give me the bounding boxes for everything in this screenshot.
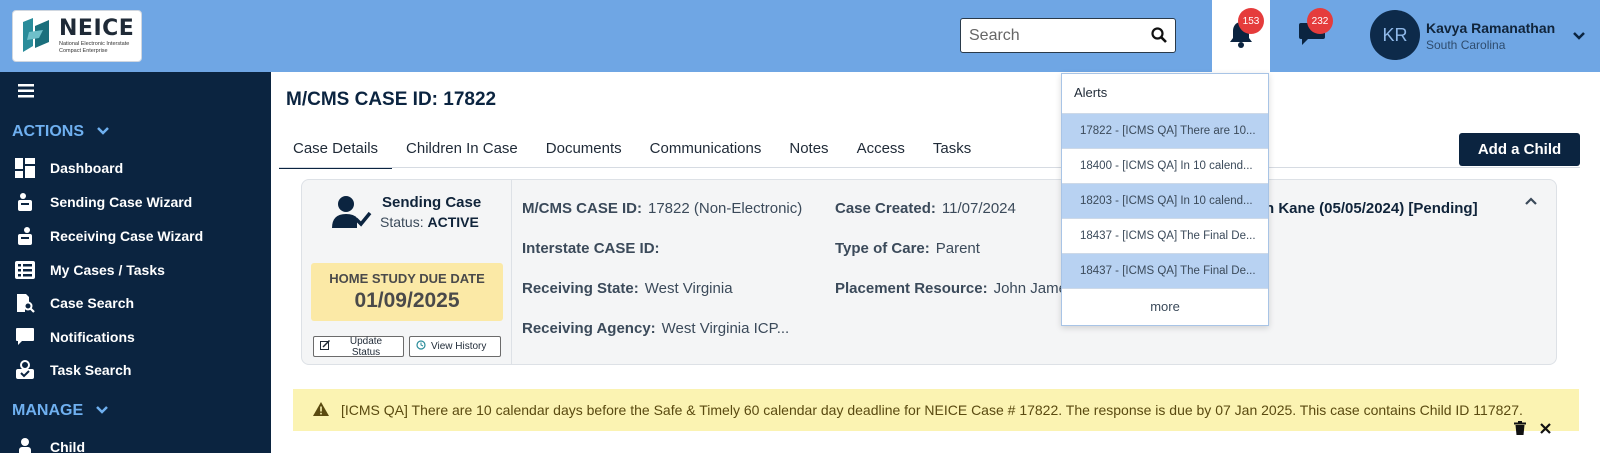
sidebar-item-my-cases-tasks[interactable]: My Cases / Tasks xyxy=(14,259,165,281)
field-type-of-care: Type of Care: Parent xyxy=(835,240,980,257)
chevron-up-icon[interactable] xyxy=(1524,193,1538,211)
tab-access[interactable]: Access xyxy=(843,134,919,169)
manage-section-title: MANAGE xyxy=(12,402,84,419)
sidebar-item-task-search[interactable]: Task Search xyxy=(14,359,131,381)
trash-icon[interactable] xyxy=(1514,421,1526,440)
due-date-value: 01/09/2025 xyxy=(354,289,460,312)
sidebar-item-label: Child xyxy=(50,439,85,453)
view-history-label: View History xyxy=(431,341,487,352)
manage-section-toggle[interactable]: MANAGE xyxy=(12,402,109,420)
search-icon[interactable] xyxy=(1151,27,1167,48)
alert-item[interactable]: 17822 - [ICMS QA] There are 10... xyxy=(1062,113,1268,148)
page-title: M/CMS CASE ID: 17822 xyxy=(286,89,497,110)
logo-mark-icon xyxy=(19,16,55,56)
alerts-button[interactable]: 153 xyxy=(1212,0,1270,72)
actions-section-toggle[interactable]: ACTIONS xyxy=(12,123,110,141)
task-search-icon xyxy=(14,359,36,381)
tab-divider xyxy=(279,167,1580,168)
case-status-label: Status: xyxy=(380,214,424,230)
tab-documents[interactable]: Documents xyxy=(532,134,636,169)
alert-item[interactable]: 18437 - [ICMS QA] The Final De... xyxy=(1062,253,1268,288)
sidebar-item-label: Case Search xyxy=(50,295,135,311)
sending-wizard-icon xyxy=(14,191,36,213)
field-interstate-case-id: Interstate CASE ID: xyxy=(522,240,660,257)
home-study-due-box: HOME STUDY DUE DATE 01/09/2025 xyxy=(311,263,503,321)
edit-icon xyxy=(320,339,331,353)
alerts-dropdown-title: Alerts xyxy=(1074,85,1108,100)
chat-icon xyxy=(14,326,36,348)
sidebar-item-dashboard[interactable]: Dashboard xyxy=(14,157,123,179)
tab-children-in-case[interactable]: Children In Case xyxy=(392,134,532,169)
search-box xyxy=(960,18,1176,53)
sidebar-item-label: Task Search xyxy=(50,362,132,378)
sidebar-item-receiving-case-wizard[interactable]: Receiving Case Wizard xyxy=(14,225,203,247)
alerts-count-badge: 153 xyxy=(1238,8,1264,34)
field-case-created: Case Created: 11/07/2024 xyxy=(835,200,1016,217)
sidebar-item-label: Dashboard xyxy=(50,160,124,176)
alert-banner-text: [ICMS QA] There are 10 calendar days bef… xyxy=(341,402,1523,418)
alert-item[interactable]: 18437 - [ICMS QA] The Final De... xyxy=(1062,218,1268,253)
due-date-label: HOME STUDY DUE DATE xyxy=(329,271,485,286)
warning-icon xyxy=(313,401,329,419)
search-input[interactable] xyxy=(961,26,1141,45)
view-history-button[interactable]: View History xyxy=(409,336,501,357)
field-placement-resource: Placement Resource: John Jame xyxy=(835,280,1067,297)
sidebar-item-label: Notifications xyxy=(50,329,135,345)
chevron-down-icon xyxy=(96,123,110,141)
tab-case-details[interactable]: Case Details xyxy=(279,134,393,169)
alert-item[interactable]: 18203 - [ICMS QA] In 10 calend... xyxy=(1062,183,1268,218)
case-search-icon xyxy=(14,292,36,314)
alert-banner-actions xyxy=(1514,421,1551,440)
chevron-down-icon xyxy=(95,402,109,420)
close-icon[interactable] xyxy=(1540,421,1551,440)
receiving-wizard-icon xyxy=(14,225,36,247)
user-name[interactable]: Kavya Ramanathan xyxy=(1426,20,1555,36)
alert-item[interactable]: 18400 - [ICMS QA] In 10 calend... xyxy=(1062,148,1268,183)
case-status: Status: ACTIVE xyxy=(380,214,479,230)
messages-button[interactable]: 232 xyxy=(1292,0,1333,72)
alerts-more-link[interactable]: more xyxy=(1062,288,1268,324)
child-link[interactable]: n Kane (05/05/2024) [Pending] xyxy=(1265,200,1478,217)
field-receiving-agency: Receiving Agency: West Virginia ICP... xyxy=(522,320,790,337)
logo-title: NEICE xyxy=(59,16,135,42)
child-icon xyxy=(14,436,36,453)
case-status-value: ACTIVE xyxy=(427,214,479,230)
sidebar-item-case-search[interactable]: Case Search xyxy=(14,292,134,314)
field-receiving-state: Receiving State: West Virginia xyxy=(522,280,733,297)
messages-count-badge: 232 xyxy=(1307,8,1333,34)
dashboard-icon xyxy=(14,157,36,179)
tab-communications[interactable]: Communications xyxy=(636,134,776,169)
alerts-dropdown: Alerts 17822 - [ICMS QA] There are 10...… xyxy=(1061,73,1269,326)
alert-banner: [ICMS QA] There are 10 calendar days bef… xyxy=(293,389,1579,431)
sidebar-item-label: Receiving Case Wizard xyxy=(50,228,204,244)
update-status-label: Update Status xyxy=(349,335,383,358)
actions-section-title: ACTIONS xyxy=(12,123,84,140)
tab-notes[interactable]: Notes xyxy=(775,134,842,169)
avatar[interactable]: KR xyxy=(1370,10,1420,60)
user-check-icon xyxy=(332,195,372,234)
case-status-panel: Sending Case Status: ACTIVE HOME STUDY D… xyxy=(302,180,512,364)
sidebar-item-child[interactable]: Child xyxy=(14,436,85,453)
sidebar-item-notifications[interactable]: Notifications xyxy=(14,326,135,348)
case-tabs: Case Details Children In Case Documents … xyxy=(279,134,985,169)
logo-subtitle: National Electronic Interstate Compact E… xyxy=(59,41,130,54)
neice-logo[interactable]: NEICE National Electronic Interstate Com… xyxy=(12,10,142,62)
tab-tasks[interactable]: Tasks xyxy=(919,134,985,169)
add-child-button[interactable]: Add a Child xyxy=(1459,133,1580,166)
sidebar-item-sending-case-wizard[interactable]: Sending Case Wizard xyxy=(14,191,192,213)
chevron-down-icon[interactable] xyxy=(1572,28,1586,46)
history-icon xyxy=(416,340,426,353)
sidebar-item-label: My Cases / Tasks xyxy=(50,262,165,278)
sidebar-item-label: Sending Case Wizard xyxy=(50,194,193,210)
case-type: Sending Case xyxy=(382,194,482,211)
list-icon xyxy=(14,259,36,281)
field-mcms-case-id: M/CMS CASE ID: 17822 (Non-Electronic) xyxy=(522,200,803,217)
menu-icon[interactable] xyxy=(18,84,34,103)
sidebar: ACTIONS Dashboard Sending Case Wizard Re… xyxy=(0,72,271,453)
update-status-button[interactable]: Update Status xyxy=(313,335,404,358)
top-bar: NEICE National Electronic Interstate Com… xyxy=(0,0,1600,72)
user-state: South Carolina xyxy=(1426,38,1506,52)
